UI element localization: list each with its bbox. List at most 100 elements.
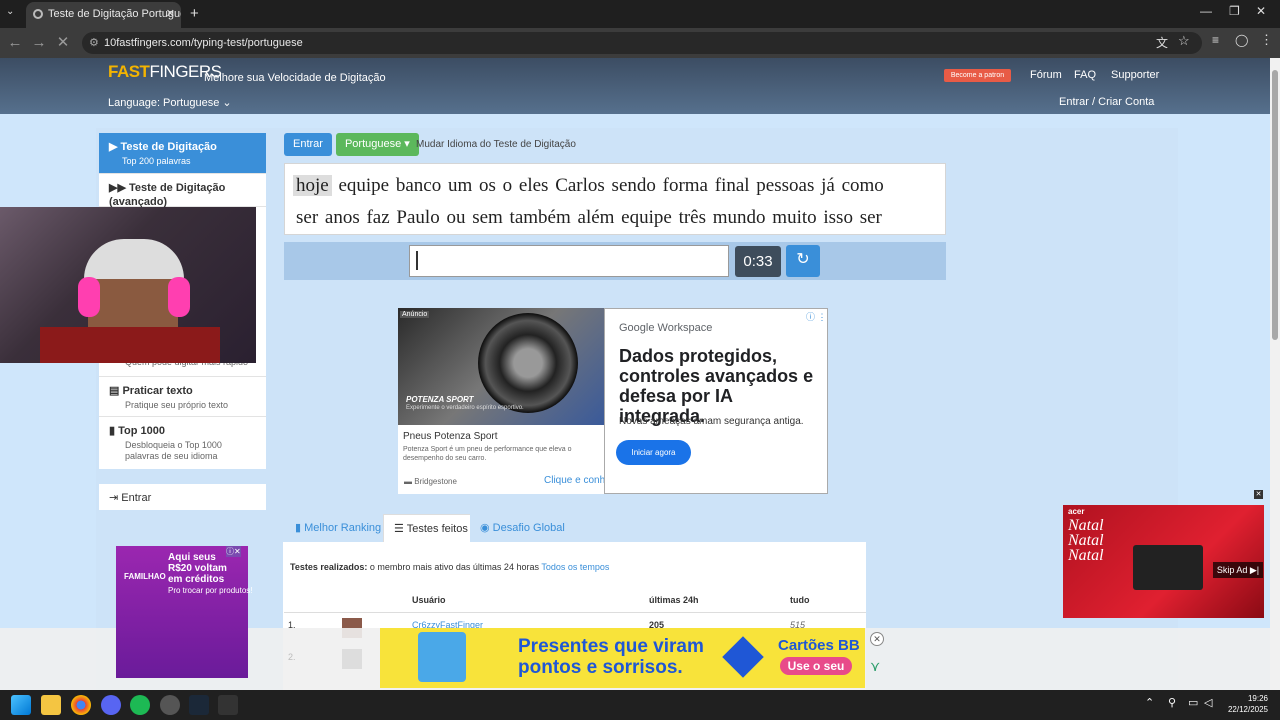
typing-input[interactable] xyxy=(409,245,729,277)
media-icon[interactable]: ≡ xyxy=(1212,33,1219,47)
person-shirt xyxy=(40,327,220,363)
sidebar-item-title: Teste de Digitação xyxy=(120,141,217,153)
epic-games-icon[interactable] xyxy=(218,695,238,715)
spotify-icon[interactable] xyxy=(130,695,150,715)
nav-forum[interactable]: Fórum xyxy=(1030,69,1062,81)
scrollbar-thumb[interactable] xyxy=(1272,70,1278,340)
caret-down-icon: ▾ xyxy=(404,138,410,150)
tab-testes-feitos[interactable]: ☰ Testes feitos xyxy=(383,514,479,542)
webcam-overlay xyxy=(0,207,256,363)
ad-badge: Anúncio xyxy=(400,311,430,318)
tagline: Melhore sua Velocidade de Digitação xyxy=(204,72,386,84)
google-workspace-label: Google Workspace xyxy=(619,322,713,334)
ad-familhao-text: Aqui seus R$20 voltam em créditos xyxy=(168,552,227,585)
close-ad-icon[interactable]: ✕ xyxy=(870,632,884,646)
logo-fast: FAST xyxy=(108,62,150,81)
profile-icon[interactable]: ◯ xyxy=(1235,33,1248,47)
chrome-icon[interactable] xyxy=(71,695,91,715)
gift-image xyxy=(418,632,466,682)
url-field[interactable]: ⚙ 10fastfingers.com/typing-test/portugue… xyxy=(82,32,1202,54)
tab-label: Desafio Global xyxy=(492,522,565,534)
sidebar-login-button[interactable]: ⇥ Entrar xyxy=(99,484,266,510)
steam-icon[interactable] xyxy=(189,695,209,715)
tray-chevron-icon[interactable]: ⌃ xyxy=(1145,696,1154,709)
skip-icon: ▶| xyxy=(1249,565,1260,575)
sidebar-item-advanced[interactable]: ▶▶ Teste de Digitação (avançado) xyxy=(99,174,266,208)
close-ad-icon[interactable]: ✕ xyxy=(1254,490,1263,499)
become-patron-button[interactable]: Become a patron xyxy=(944,69,1011,82)
browser-tab[interactable]: Teste de Digitação Portuguese ✕ xyxy=(26,2,181,28)
refresh-icon: ↻ xyxy=(796,251,810,268)
bar-chart-icon: ▮ xyxy=(109,425,119,437)
headphone-left xyxy=(78,277,100,317)
tab-list-icon[interactable]: ⌄ xyxy=(6,6,14,17)
language-dropdown[interactable]: Language: Portuguese ⌄ xyxy=(108,96,232,109)
avatar[interactable] xyxy=(342,649,362,669)
obs-icon[interactable] xyxy=(160,695,180,715)
site-info-icon[interactable]: ⚙ xyxy=(89,32,99,54)
ad-choices-icon[interactable]: ⋎ xyxy=(870,658,880,675)
play-icon: ▶ xyxy=(109,141,121,153)
chevron-down-icon: ⌄ xyxy=(222,97,232,109)
nav-faq[interactable]: FAQ xyxy=(1074,69,1096,81)
tab-close-icon[interactable]: ✕ xyxy=(166,2,175,26)
caption-bold: Testes realizados: xyxy=(290,562,368,572)
back-icon[interactable]: ← xyxy=(4,32,26,54)
minimize-icon[interactable]: — xyxy=(1200,4,1212,18)
menu-icon[interactable]: ⋮ xyxy=(1260,32,1273,48)
translate-icon[interactable]: 文 xyxy=(1156,34,1168,51)
words-line1: equipe banco um os o eles Carlos sendo f… xyxy=(338,175,884,196)
ad-familhao[interactable]: Aqui seus R$20 voltam em créditos xyxy=(116,546,248,678)
stop-icon[interactable]: ✕ xyxy=(52,32,74,54)
mic-icon[interactable]: ⚲ xyxy=(1168,696,1176,709)
language-select-button[interactable]: Portuguese ▾ xyxy=(335,133,419,156)
ad-bb-brand: Cartões BB xyxy=(778,637,860,654)
ad-close-icon[interactable]: ⓘ✕ xyxy=(226,546,241,557)
ad-cta-link[interactable]: Clique e conhe xyxy=(544,475,611,486)
reload-button[interactable]: ↻ xyxy=(786,245,820,277)
ad-bb-cta[interactable]: Use o seu xyxy=(780,657,852,675)
bar-chart-icon: ▮ xyxy=(295,522,305,534)
ad-brand: ▬ Bridgestone xyxy=(404,477,457,486)
scrollbar[interactable] xyxy=(1270,58,1280,690)
ad-headline[interactable]: Pneus Potenza Sport xyxy=(403,431,498,442)
restore-icon[interactable]: ❐ xyxy=(1229,4,1240,18)
network-icon[interactable]: ▭ xyxy=(1188,696,1198,709)
nav-supporter[interactable]: Supporter xyxy=(1111,69,1159,81)
login-link[interactable]: Entrar / Criar Conta xyxy=(1059,96,1154,108)
url-text: 10fastfingers.com/typing-test/portuguese xyxy=(104,37,303,49)
tab-desafio-global[interactable]: ◉ Desafio Global xyxy=(470,514,575,542)
fast-forward-icon: ▶▶ xyxy=(109,182,129,194)
clock-date: 22/12/2025 xyxy=(1227,705,1268,714)
tab-melhor-ranking[interactable]: ▮ Melhor Ranking xyxy=(285,514,392,542)
volume-icon[interactable]: ◁ xyxy=(1204,696,1212,709)
close-window-icon[interactable]: ✕ xyxy=(1256,4,1266,18)
ad-brand-name: Bridgestone xyxy=(414,477,457,486)
col-header-24h: últimas 24h xyxy=(649,595,699,605)
ad-acer-brand: acer xyxy=(1068,507,1085,516)
sidebar-item-typing-test[interactable]: ▶ Teste de Digitação Top 200 palavras xyxy=(99,133,266,174)
skip-ad-button[interactable]: Skip Ad ▶| xyxy=(1213,562,1263,578)
ad-image-subtitle: Experimente o verdadeiro espírito esport… xyxy=(406,405,524,411)
entrar-button[interactable]: Entrar xyxy=(284,133,332,156)
person-hair xyxy=(84,239,184,279)
forward-icon[interactable]: → xyxy=(28,32,50,54)
sidebar-item-practice[interactable]: ▤ Praticar texto Pratique seu próprio te… xyxy=(99,377,266,417)
timer: 0:33 xyxy=(735,246,781,277)
document-icon: ▤ xyxy=(109,385,123,397)
list-icon: ☰ xyxy=(394,523,407,535)
address-bar: ← → ✕ ⚙ 10fastfingers.com/typing-test/po… xyxy=(0,28,1280,58)
ad-info-icon[interactable]: ⓘ ⋮ xyxy=(806,310,827,323)
google-cta-button[interactable]: Iniciar agora xyxy=(616,440,691,465)
new-tab-icon[interactable]: + xyxy=(190,5,199,22)
tab-label: Melhor Ranking xyxy=(304,522,382,534)
windows-start-icon[interactable] xyxy=(11,695,31,715)
sidebar-item-top1000[interactable]: ▮ Top 1000 Desbloqueia o Top 1000 palavr… xyxy=(99,417,266,469)
login-icon: ⇥ xyxy=(109,492,122,504)
all-time-link[interactable]: Todos os tempos xyxy=(541,562,609,572)
clock[interactable]: 19:26 22/12/2025 xyxy=(1222,693,1268,715)
discord-icon[interactable] xyxy=(101,695,121,715)
bookmark-star-icon[interactable]: ☆ xyxy=(1178,33,1190,49)
sidebar-item-subtitle: Pratique seu próprio texto xyxy=(125,400,229,410)
file-explorer-icon[interactable] xyxy=(41,695,61,715)
